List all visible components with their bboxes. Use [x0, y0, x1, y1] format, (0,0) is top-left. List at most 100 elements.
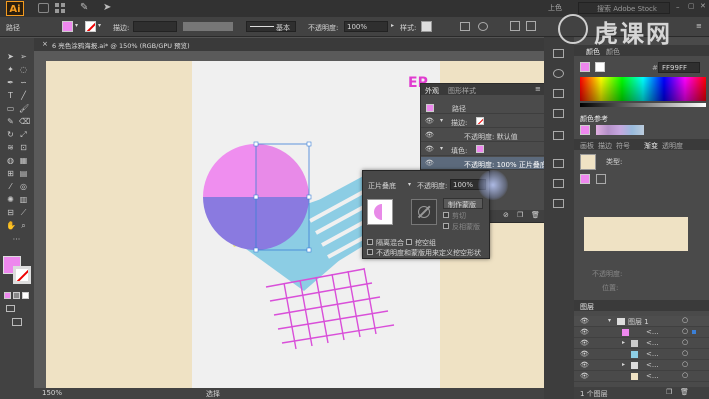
fill-swatch[interactable] [476, 145, 484, 153]
chevron-right-icon[interactable]: ▸ [622, 339, 625, 346]
stroke-color-box[interactable] [13, 266, 31, 284]
visibility-eye-icon[interactable]: 👁 [580, 350, 589, 358]
tab-appearance[interactable]: 外观 [425, 86, 439, 96]
sublayer-row[interactable]: 👁 ▸ <... ○ [574, 338, 709, 349]
target-icon[interactable]: ○ [682, 371, 688, 379]
properties-icon[interactable] [553, 49, 564, 58]
clip-checkbox[interactable] [443, 212, 449, 218]
scale-icon[interactable]: ⤢ [19, 131, 28, 139]
direct-selection-tool-icon[interactable]: ➢ [19, 53, 28, 61]
hex-input[interactable]: FF99FF [658, 62, 700, 73]
magic-wand-icon[interactable]: ✦ [6, 66, 15, 74]
perspective-grid-icon[interactable]: ▦ [19, 157, 28, 165]
chevron-down-icon[interactable]: ▾ [608, 317, 611, 324]
stroke-weight-field[interactable] [133, 21, 177, 32]
tab-transparency[interactable]: 透明度 [662, 141, 683, 151]
libraries-icon[interactable] [553, 69, 564, 78]
blend-tool-icon[interactable]: ◎ [19, 183, 28, 191]
opacity-field[interactable]: 100% [344, 21, 388, 32]
width-tool-icon[interactable]: ≋ [6, 144, 15, 152]
sublayer-row[interactable]: 👁 <... ○ [574, 349, 709, 360]
target-icon[interactable]: ○ [682, 316, 688, 324]
pen-tool-icon[interactable]: ✒ [6, 79, 15, 87]
close-icon[interactable]: ✕ [700, 2, 706, 10]
trash-icon[interactable]: 🗑 [531, 211, 540, 219]
drawing-mode-icon[interactable] [6, 305, 15, 312]
opacity-mask-knockout-checkbox[interactable] [367, 249, 373, 255]
brush-icon[interactable]: ✎ [80, 2, 88, 13]
blend-mode-dropdown[interactable]: 正片叠底 ▾ [366, 180, 416, 191]
cursor-icon[interactable]: ➤ [103, 2, 111, 13]
visibility-eye-icon[interactable]: 👁 [425, 117, 434, 125]
variable-width-profile[interactable] [183, 22, 233, 31]
visibility-eye-icon[interactable]: 👁 [580, 339, 589, 347]
knockout-group-checkbox[interactable] [406, 239, 412, 245]
stroke-swatch[interactable] [595, 62, 605, 72]
document-tab-title[interactable]: 6 亮色涂鸦海报.ai* @ 150% (RGB/GPU 预览) [52, 40, 190, 50]
minimize-icon[interactable]: – [676, 3, 680, 11]
shape-builder-icon[interactable]: ◍ [6, 157, 15, 165]
align-icon[interactable] [510, 21, 520, 31]
artboard-tool-icon[interactable]: ⊟ [6, 209, 15, 217]
tab-stroke[interactable]: 描边 [598, 141, 612, 151]
layers-title[interactable]: 图层 [580, 302, 594, 312]
layer-row[interactable]: 👁 ▾ 图层 1 ○ [574, 316, 709, 327]
fill-opacity-label[interactable]: 不透明度: 100% 正片叠底 [464, 160, 547, 170]
eraser-icon[interactable]: ⌫ [19, 118, 30, 126]
type-tool-icon[interactable]: T [6, 92, 15, 100]
mask-thumbnail[interactable] [411, 199, 437, 225]
visibility-eye-icon[interactable]: 👁 [580, 328, 589, 336]
transform-panel-icon[interactable] [553, 159, 564, 168]
swatches-icon[interactable] [553, 89, 564, 98]
chevron-down-icon[interactable]: ▾ [75, 22, 78, 29]
column-graph-icon[interactable]: ▥ [19, 196, 28, 204]
isolate-blending-checkbox[interactable] [367, 239, 373, 245]
graphic-style-swatch[interactable] [421, 21, 432, 32]
visibility-eye-icon[interactable]: 👁 [580, 361, 589, 369]
tab-artboards[interactable]: 画板 [580, 141, 594, 151]
menu-icon[interactable]: ≡ [535, 85, 541, 93]
color-mode-icon[interactable] [4, 292, 11, 299]
duplicate-icon[interactable]: ❐ [517, 211, 523, 219]
symbol-sprayer-icon[interactable]: ✺ [6, 196, 15, 204]
home-icon[interactable] [38, 3, 49, 13]
color-spectrum[interactable] [580, 77, 706, 101]
visibility-eye-icon[interactable]: 👁 [425, 159, 434, 167]
brush-definition[interactable]: 基本 [246, 21, 296, 32]
appearance-object-row[interactable]: 路径 [421, 101, 544, 114]
target-icon[interactable]: ○ [682, 327, 688, 335]
none-mode-icon[interactable] [22, 292, 29, 299]
visibility-eye-icon[interactable]: 👁 [580, 372, 589, 380]
gradient-preview[interactable] [580, 154, 596, 170]
selection-tool-icon[interactable]: ➤ [6, 53, 15, 61]
base-color-swatch[interactable] [580, 125, 590, 135]
transform-icon[interactable] [526, 21, 536, 31]
symbols-icon[interactable] [553, 131, 564, 140]
gradient-fill-swatch[interactable] [580, 174, 590, 184]
fill-swatch[interactable] [580, 62, 590, 72]
stroke-opacity-row[interactable]: 👁 不透明度: 默认值 [421, 129, 544, 142]
curvature-icon[interactable]: ∽ [19, 79, 28, 87]
stroke-none-swatch[interactable] [85, 21, 96, 32]
more-tools-icon[interactable]: ··· [12, 236, 21, 244]
eyedropper-icon[interactable]: ⁄ [6, 183, 15, 191]
fill-swatch[interactable] [62, 21, 73, 32]
invert-mask-checkbox[interactable] [443, 223, 449, 229]
pathfinder-icon[interactable] [553, 199, 564, 208]
chevron-right-icon[interactable]: ▸ [391, 22, 394, 29]
sublayer-row[interactable]: 👁 ▸ <... ○ [574, 360, 709, 371]
document-setup-icon[interactable] [460, 22, 470, 31]
stroke-opacity-label[interactable]: 不透明度: 默认值 [464, 132, 518, 142]
rotate-icon[interactable]: ↻ [6, 131, 15, 139]
preferences-icon[interactable] [478, 22, 488, 31]
close-tab-icon[interactable]: × [42, 40, 48, 48]
target-icon[interactable]: ○ [682, 338, 688, 346]
object-thumbnail[interactable] [367, 199, 393, 225]
screen-mode-icon[interactable] [12, 318, 22, 326]
clear-appearance-icon[interactable]: ⊘ [503, 211, 509, 219]
lasso-icon[interactable]: ◌ [19, 66, 28, 74]
stroke-none-swatch[interactable] [476, 117, 484, 125]
stroke-row[interactable]: 👁 ▾ 描边: [421, 115, 544, 128]
grid-icon[interactable] [55, 3, 67, 13]
hand-tool-icon[interactable]: ✋ [6, 222, 16, 230]
